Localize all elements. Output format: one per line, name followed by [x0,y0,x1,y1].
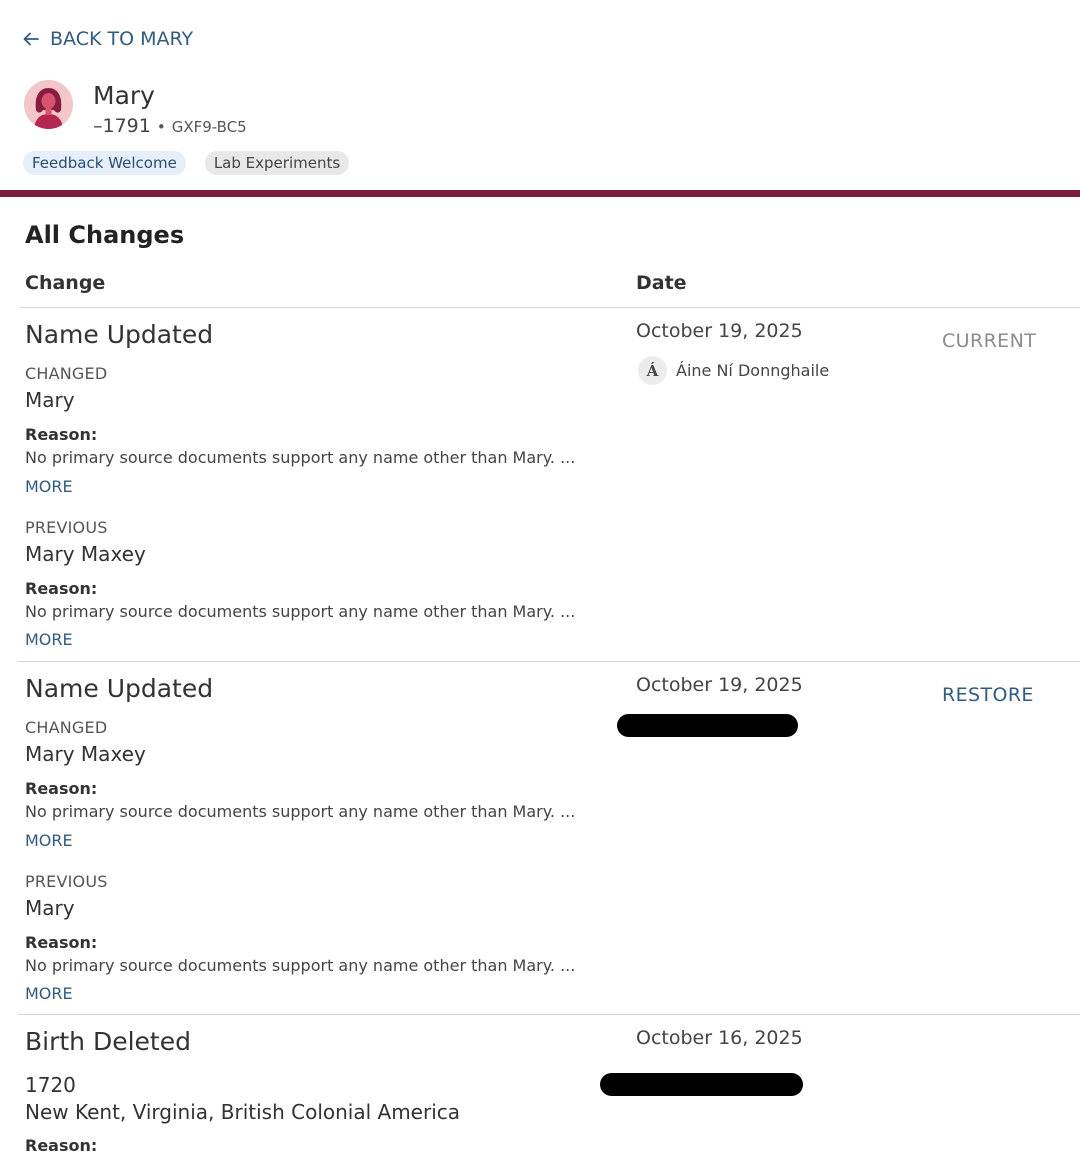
changed-value: Mary Maxey [25,742,146,766]
previous-value: Mary Maxey [25,542,146,566]
reason-text: No primary source documents support any … [25,956,576,975]
female-person-icon [24,80,73,129]
redacted-contributor [600,1073,803,1096]
reason-label: Reason: [25,1136,98,1155]
previous-label: PREVIOUS [25,518,108,537]
more-link[interactable]: MORE [25,630,73,649]
badge-list: Feedback Welcome Lab Experiments [23,151,350,175]
back-to-person-link[interactable]: BACK TO MARY [22,28,193,50]
meta-separator: • [156,118,166,136]
column-header-change: Change [25,272,106,294]
reason-label: Reason: [25,425,98,444]
more-link[interactable]: MORE [25,831,73,850]
change-date: October 19, 2025 [636,674,803,696]
change-date: October 16, 2025 [636,1027,803,1049]
previous-value: Mary [25,896,75,920]
changed-label: CHANGED [25,718,108,737]
reason-label: Reason: [25,579,98,598]
arrow-left-icon [23,32,39,46]
person-header: Mary –1791 • GXF9-BC5 [24,80,247,137]
person-name: Mary [93,81,155,110]
birth-date-value: 1720 [25,1073,76,1097]
reason-text: No primary source documents support any … [25,802,576,821]
changed-value: Mary [25,388,75,412]
change-title: Name Updated [25,320,214,349]
current-status-label: CURRENT [942,330,1037,352]
reason-text: No primary source documents support any … [25,448,576,467]
back-link-label: BACK TO MARY [50,28,194,50]
avatar [24,80,73,129]
person-id: GXF9-BC5 [171,118,247,136]
header-divider-line [20,307,1080,308]
restore-button[interactable]: RESTORE [942,684,1034,706]
redacted-contributor [617,714,798,737]
changed-label: CHANGED [25,364,108,383]
change-date: October 19, 2025 [636,320,803,342]
person-lifespan: –1791 [93,115,151,137]
contributor-name: Áine Ní Donnghaile [676,361,830,380]
more-link[interactable]: MORE [25,984,73,1003]
reason-text: No primary source documents support any … [25,602,576,621]
row-divider [18,661,1080,662]
reason-label: Reason: [25,933,98,952]
feedback-welcome-badge[interactable]: Feedback Welcome [23,151,186,175]
row-divider [18,1014,1080,1015]
contributor[interactable]: Á Áine Ní Donnghaile [638,356,829,385]
change-title: Birth Deleted [25,1027,191,1056]
reason-label: Reason: [25,779,98,798]
section-title: All Changes [25,221,185,249]
change-title: Name Updated [25,674,214,703]
more-link[interactable]: MORE [25,477,73,496]
header-divider [0,190,1080,197]
birth-place-value: New Kent, Virginia, British Colonial Ame… [25,1100,461,1124]
lab-experiments-badge[interactable]: Lab Experiments [204,151,350,175]
previous-label: PREVIOUS [25,872,108,891]
column-header-date: Date [636,272,687,294]
contributor-avatar: Á [638,356,667,385]
